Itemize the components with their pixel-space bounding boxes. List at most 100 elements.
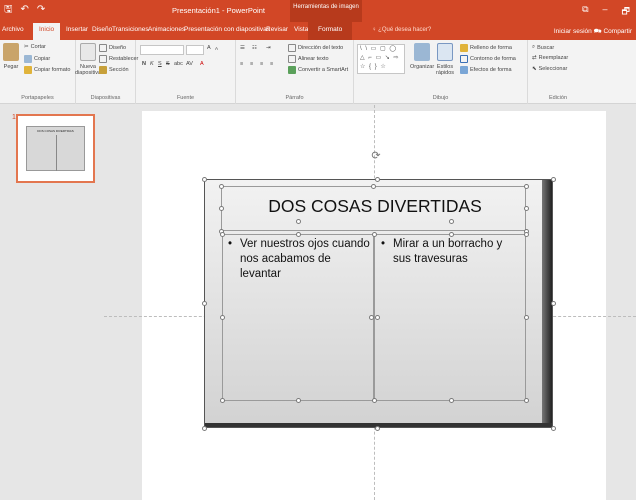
redo-icon[interactable]: ↷	[37, 4, 45, 16]
paste-button[interactable]: Pegar	[3, 43, 19, 70]
smartart-icon	[288, 66, 296, 74]
shadow-button[interactable]: abc	[174, 61, 183, 67]
cut-button[interactable]: ✂ Cortar	[24, 44, 46, 50]
copy-button[interactable]: Copiar	[24, 55, 50, 63]
align-center-icon[interactable]: ≡	[250, 61, 253, 67]
tab-archivo[interactable]: Archivo	[2, 26, 24, 33]
resize-handle[interactable]	[202, 301, 207, 306]
resize-handle[interactable]	[551, 177, 556, 182]
arrange-icon	[414, 43, 431, 61]
group-label: Párrafo	[285, 95, 304, 101]
group-slides: Nueva diapositiva Diseño Restablecer Sec…	[75, 40, 138, 104]
resize-handle[interactable]	[524, 315, 529, 320]
right-bullet-item[interactable]: • Mirar a un borracho y sus travesuras	[381, 237, 526, 277]
new-slide-button[interactable]: Nueva diapositiva	[75, 43, 101, 76]
layout-button[interactable]: Diseño	[99, 44, 126, 52]
resize-handle[interactable]	[372, 398, 377, 403]
left-bullet-text: Ver nuestros ojos cuando nos acabamos de…	[240, 238, 370, 280]
shape-fill-button[interactable]: Relleno de forma	[460, 44, 512, 52]
resize-handle[interactable]	[449, 398, 454, 403]
tell-me-search[interactable]: ♀ ¿Qué desea hacer?	[372, 27, 431, 33]
search-icon: ⌕	[532, 44, 536, 50]
tab-insertar[interactable]: Insertar	[66, 26, 88, 33]
slide-thumbnail-1[interactable]: DOS COSAS DIVERTIDAS	[16, 114, 95, 183]
align-right-icon[interactable]: ≡	[260, 61, 263, 67]
resize-handle[interactable]	[449, 219, 454, 224]
slide-title[interactable]: DOS COSAS DIVERTIDAS	[225, 196, 525, 217]
char-spacing-button[interactable]: AV	[186, 61, 193, 67]
resize-handle[interactable]	[296, 219, 301, 224]
shapes-gallery[interactable]: \ \ ▭ ▢ ◯ △ ⌐ ▭ ↘ ⇨ ☆ { } ☆	[357, 44, 405, 74]
format-painter-button[interactable]: Copiar formato	[24, 66, 70, 74]
font-color-icon[interactable]: A	[200, 61, 204, 67]
numbering-icon[interactable]: ☷	[252, 45, 257, 51]
tab-diseno[interactable]: Diseño	[92, 26, 112, 33]
sign-in-share[interactable]: Iniciar sesión 🗪 Compartir	[554, 27, 632, 38]
resize-handle[interactable]	[551, 426, 556, 431]
tab-presentacion[interactable]: Presentación con diapositivas	[184, 26, 270, 33]
shape-effects-button[interactable]: Efectos de forma	[460, 66, 512, 74]
tab-revisar[interactable]: Revisar	[266, 26, 288, 33]
resize-handle[interactable]	[220, 232, 225, 237]
resize-handle[interactable]	[524, 398, 529, 403]
undo-icon[interactable]: ↶	[21, 4, 29, 16]
section-button[interactable]: Sección	[99, 66, 129, 74]
strikethrough-button[interactable]: S	[166, 61, 170, 67]
select-button[interactable]: ⬉ Seleccionar	[532, 66, 567, 72]
resize-handle[interactable]	[371, 184, 376, 189]
minimize-button[interactable]: –	[603, 4, 608, 20]
resize-handle[interactable]	[202, 177, 207, 182]
left-bullet-item[interactable]: • Ver nuestros ojos cuando nos acabamos …	[228, 237, 373, 297]
reset-button[interactable]: Restablecer	[99, 55, 138, 63]
resize-handle[interactable]	[375, 426, 380, 431]
indent-icon[interactable]: ⇥	[266, 45, 271, 51]
group-font: A A N K S S abc AV A Fuente	[136, 40, 236, 104]
arrange-button[interactable]: Organizar	[410, 43, 434, 70]
bold-button[interactable]: N	[142, 61, 146, 67]
find-button[interactable]: ⌕ Buscar	[532, 44, 554, 51]
font-name-combobox[interactable]	[140, 45, 184, 55]
tab-animaciones[interactable]: Animaciones	[148, 26, 185, 33]
resize-handle[interactable]	[375, 177, 380, 182]
resize-handle[interactable]	[220, 398, 225, 403]
resize-handle[interactable]	[202, 426, 207, 431]
smartart-button[interactable]: Convertir a SmartArt	[288, 66, 348, 74]
underline-button[interactable]: S	[158, 61, 162, 67]
font-size-combobox[interactable]	[186, 45, 204, 55]
shape-outline-button[interactable]: Contorno de forma	[460, 55, 516, 63]
resize-handle[interactable]	[551, 301, 556, 306]
resize-handle[interactable]	[369, 315, 374, 320]
resize-handle[interactable]	[219, 184, 224, 189]
maximize-button[interactable]: 🗗	[622, 4, 630, 20]
align-left-icon[interactable]: ≡	[240, 61, 243, 67]
group-label: Diapositivas	[90, 95, 121, 101]
resize-handle[interactable]	[524, 184, 529, 189]
tab-formato[interactable]: Formato	[308, 22, 353, 40]
align-text-button[interactable]: Alinear texto	[288, 55, 329, 63]
bullets-icon[interactable]: ☰	[240, 45, 245, 51]
replace-button[interactable]: ⇄ Reemplazar	[532, 55, 568, 61]
italic-button[interactable]: K	[150, 61, 154, 67]
ribbon-display-icon[interactable]: ⧉	[582, 4, 588, 20]
save-icon[interactable]: 🖫	[4, 4, 13, 16]
tab-vista[interactable]: Vista	[294, 26, 308, 33]
rotate-handle-icon[interactable]: ⟳	[370, 150, 382, 162]
tab-transiciones[interactable]: Transiciones	[112, 26, 149, 33]
resize-handle[interactable]	[220, 315, 225, 320]
resize-handle[interactable]	[375, 315, 380, 320]
text-direction-button[interactable]: Dirección del texto	[288, 44, 343, 52]
title-bar: 🖫 ↶ ↷ Presentación1 - PowerPoint Herrami…	[0, 0, 636, 22]
resize-handle[interactable]	[219, 206, 224, 211]
decrease-font-button[interactable]: A	[215, 46, 218, 51]
resize-handle[interactable]	[296, 398, 301, 403]
quick-styles-button[interactable]: Estilos rápidos	[436, 43, 454, 76]
ribbon: Pegar ✂ Cortar Copiar Copiar formato Por…	[0, 40, 636, 104]
justify-icon[interactable]: ≡	[270, 61, 273, 67]
text-direction-icon	[288, 44, 296, 52]
new-slide-icon	[80, 43, 96, 61]
group-label: Edición	[548, 95, 568, 101]
tab-inicio[interactable]: Inicio	[33, 23, 61, 40]
increase-font-button[interactable]: A	[207, 45, 211, 51]
group-label: Dibujo	[432, 95, 449, 101]
group-paragraph: ☰ ☷ ⇥ Dirección del texto ≡ ≡ ≡ ≡ Alinea…	[236, 40, 354, 104]
